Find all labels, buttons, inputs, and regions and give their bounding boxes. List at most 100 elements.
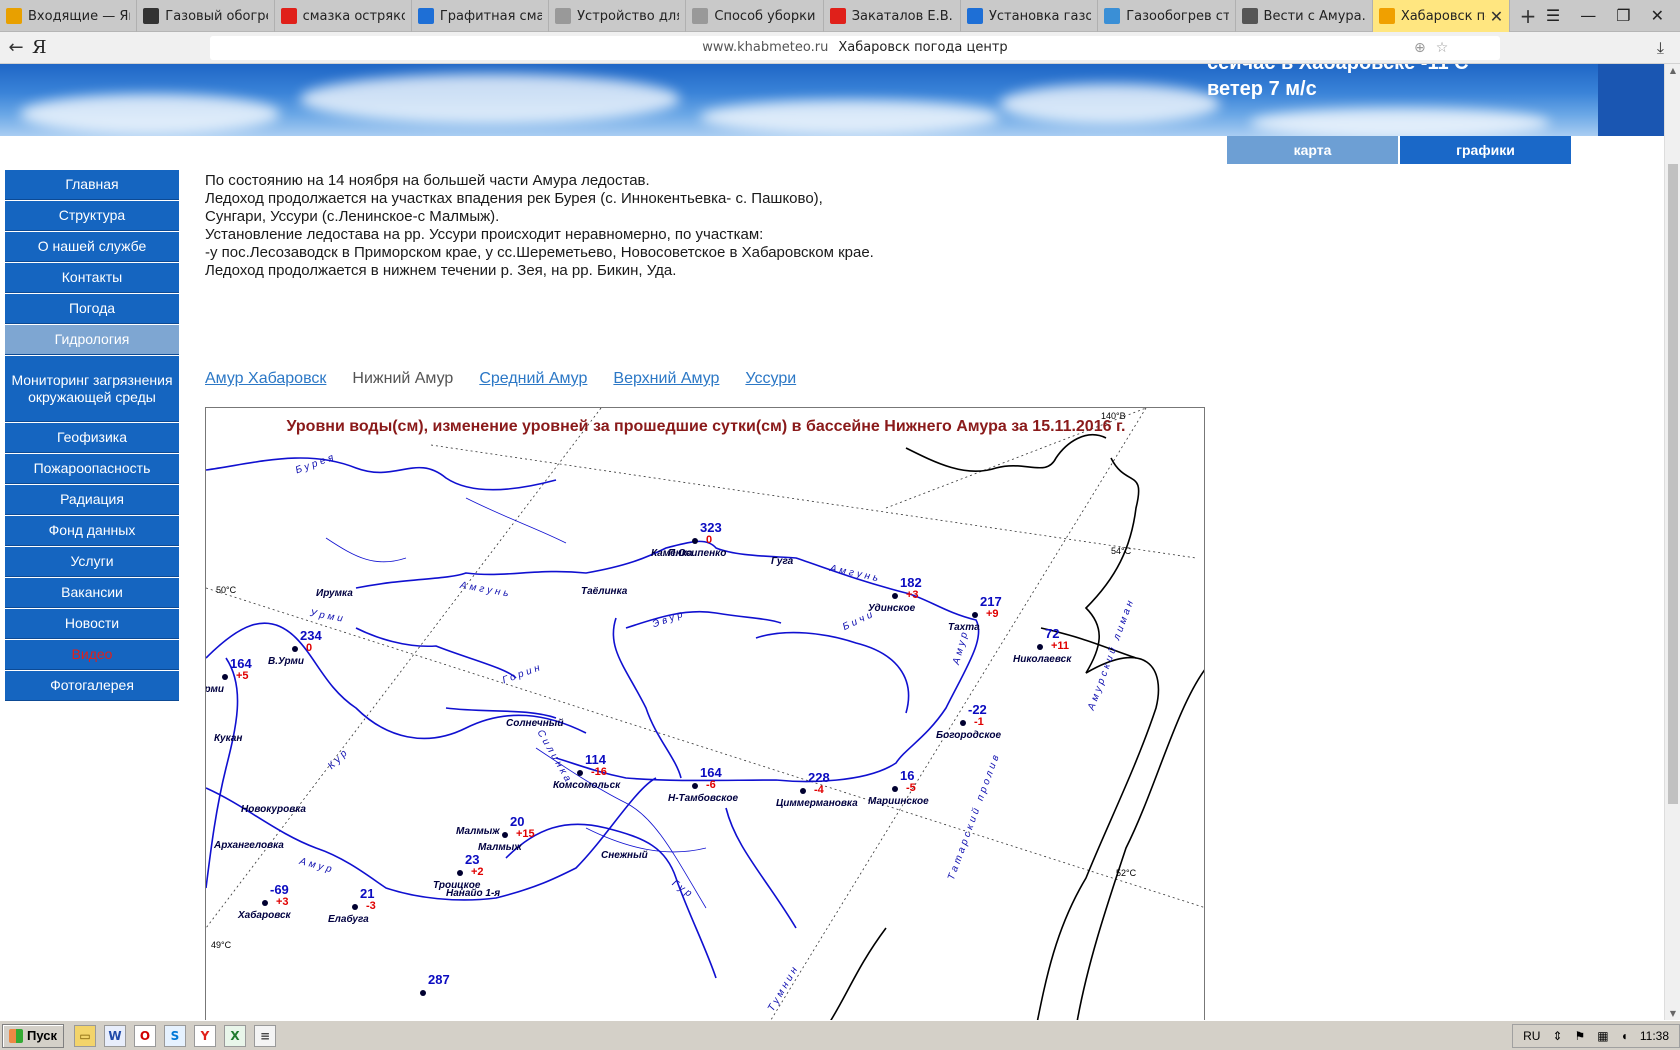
close-tab-icon[interactable]: ✕: [1490, 7, 1503, 26]
tab-charts[interactable]: графики: [1400, 136, 1573, 164]
station-change: -4: [814, 784, 824, 796]
browser-tab-label: Вести с Амура.Зе: [1263, 8, 1366, 24]
region-link[interactable]: Амур Хабаровск: [205, 370, 326, 388]
sidebar-item[interactable]: Гидрология: [5, 325, 179, 355]
sidebar-item[interactable]: Вакансии: [5, 578, 179, 608]
station-change: -6: [706, 779, 716, 791]
browser-tab[interactable]: Входящие — Янд: [0, 0, 138, 32]
excel-icon[interactable]: X: [224, 1024, 246, 1047]
scroll-down-icon[interactable]: ▼: [1665, 1009, 1680, 1018]
sidebar-item[interactable]: Геофизика: [5, 423, 179, 453]
sidebar-item[interactable]: Фотогалерея: [5, 671, 179, 701]
volume-icon[interactable]: ◖: [1621, 1029, 1628, 1043]
browser-tab-strip: Входящие — Янд Газовый обогрев смазка остр…: [0, 0, 1680, 32]
sidebar-item[interactable]: Структура: [5, 201, 179, 231]
sidebar-item[interactable]: Главная: [5, 170, 179, 200]
browser-tab[interactable]: Графитная смазк: [412, 0, 550, 32]
browser-tab[interactable]: смазка остряков: [275, 0, 412, 32]
language-indicator[interactable]: RU: [1523, 1029, 1540, 1043]
browser-tab[interactable]: Устройство для с: [549, 0, 687, 32]
clock[interactable]: 11:38: [1640, 1029, 1669, 1043]
flag-icon[interactable]: ⚑: [1575, 1029, 1586, 1043]
banner-edge: [1598, 64, 1664, 136]
browser-tab[interactable]: Способ уборки с: [686, 0, 824, 32]
page-icon: [692, 8, 709, 24]
browser-tab-label: смазка остряков: [302, 8, 405, 24]
station-marker-icon: [892, 786, 898, 792]
bookmark-star-icon[interactable]: ☆: [1436, 40, 1449, 56]
browser-tab[interactable]: Газовый обогрев: [137, 0, 275, 32]
region-link[interactable]: Уссури: [745, 370, 796, 388]
station-level: 228: [808, 770, 830, 785]
bulletin-line: Ледоход продолжается в нижнем течении р.…: [205, 262, 677, 279]
news-icon: [1241, 8, 1258, 24]
bulletin-line: Установление ледостава на рр. Уссури про…: [205, 226, 764, 243]
browser-tab[interactable]: Вести с Амура.Зе: [1236, 0, 1373, 32]
word-icon[interactable]: W: [104, 1024, 126, 1047]
station-level: 287: [428, 972, 450, 987]
network-icon[interactable]: ▦: [1597, 1029, 1608, 1043]
tab-map[interactable]: карта: [1227, 136, 1400, 164]
sidebar-item[interactable]: О нашей службе: [5, 232, 179, 262]
close-window-icon[interactable]: ✕: [1651, 6, 1664, 25]
current-wind: ветер 7 м/с: [1207, 78, 1317, 100]
browser-tab[interactable]: Газообогрев стре: [1098, 0, 1236, 32]
browser-tab-label: Установка газов: [988, 8, 1092, 24]
minimize-icon[interactable]: —: [1580, 6, 1596, 25]
station-change: 0: [306, 642, 313, 654]
browser-tab[interactable]: Установка газов: [961, 0, 1099, 32]
scroll-up-icon[interactable]: ▲: [1665, 66, 1680, 75]
scrollbar-thumb[interactable]: [1668, 164, 1678, 804]
window-controls: ☰ — ❐ ✕: [1546, 0, 1680, 31]
sidebar-item[interactable]: Погода: [5, 294, 179, 324]
sidebar-item[interactable]: Видео: [5, 640, 179, 670]
sidebar-item[interactable]: Контакты: [5, 263, 179, 293]
download-icon[interactable]: ⤓: [1657, 38, 1664, 58]
browser-tab[interactable]: Закаталов Е.В. ·: [824, 0, 961, 32]
browser-tab-label: Входящие — Янд: [28, 8, 130, 24]
site-icon: [1104, 8, 1121, 24]
opera-icon[interactable]: O: [134, 1024, 156, 1047]
skype-icon[interactable]: S: [164, 1024, 186, 1047]
sidebar-item[interactable]: Пожароопасность: [5, 454, 179, 484]
browser-tab-label: Газообогрев стре: [1126, 8, 1228, 24]
station-marker-icon: [892, 593, 898, 599]
station-name: Н-Тамбовское: [668, 793, 739, 804]
station-marker-icon: [292, 646, 298, 652]
hydrology-bulletin: По состоянию на 14 ноября на большей час…: [205, 172, 1145, 280]
yandex-browser-icon[interactable]: Y: [194, 1024, 216, 1047]
yandex-logo[interactable]: Я: [32, 37, 56, 58]
new-tab-button[interactable]: +: [1510, 0, 1546, 31]
region-link[interactable]: Средний Амур: [479, 370, 587, 388]
yandex-icon: [280, 8, 297, 24]
station-marker-icon: [692, 783, 698, 789]
station-marker-icon: [577, 770, 583, 776]
sidebar-item[interactable]: Мониторинг загрязнения окружающей среды: [5, 356, 179, 422]
translate-icon[interactable]: ⊕: [1414, 40, 1426, 56]
url-field[interactable]: www.khabmeteo.ru Хабаровск погода центр: [210, 35, 1500, 60]
station-marker-icon: [972, 612, 978, 618]
browser-tab-label: Хабаровск пог: [1400, 8, 1486, 24]
station-change: +2: [471, 866, 484, 878]
sidebar-item[interactable]: Новости: [5, 609, 179, 639]
explorer-icon[interactable]: ▭: [74, 1024, 96, 1047]
current-weather: сейчас в Хабаровске -11 С ветер 7 м/с: [1207, 64, 1469, 102]
sidebar-item[interactable]: Услуги: [5, 547, 179, 577]
browser-tab[interactable]: Хабаровск пог✕: [1372, 0, 1511, 32]
settlement-label: Нанайо 1-я: [446, 888, 501, 899]
sidebar-item[interactable]: Радиация: [5, 485, 179, 515]
page-scrollbar[interactable]: ▲ ▼: [1664, 64, 1680, 1020]
start-button[interactable]: Пуск: [2, 1023, 64, 1048]
restore-icon[interactable]: ❐: [1616, 6, 1630, 25]
back-arrow-icon[interactable]: ←: [0, 37, 32, 58]
station-marker-icon: [352, 904, 358, 910]
sidebar-item[interactable]: Фонд данных: [5, 516, 179, 546]
station-level: 21: [360, 886, 375, 901]
station-level: 217: [980, 594, 1002, 609]
station-level: 72: [1045, 626, 1060, 641]
tray-arrow-icon[interactable]: ⇕: [1552, 1029, 1562, 1043]
region-link[interactable]: Верхний Амур: [613, 370, 719, 388]
windows-logo-icon: [9, 1028, 23, 1043]
notepad-icon[interactable]: ≡: [254, 1024, 276, 1047]
menu-icon[interactable]: ☰: [1546, 6, 1560, 25]
